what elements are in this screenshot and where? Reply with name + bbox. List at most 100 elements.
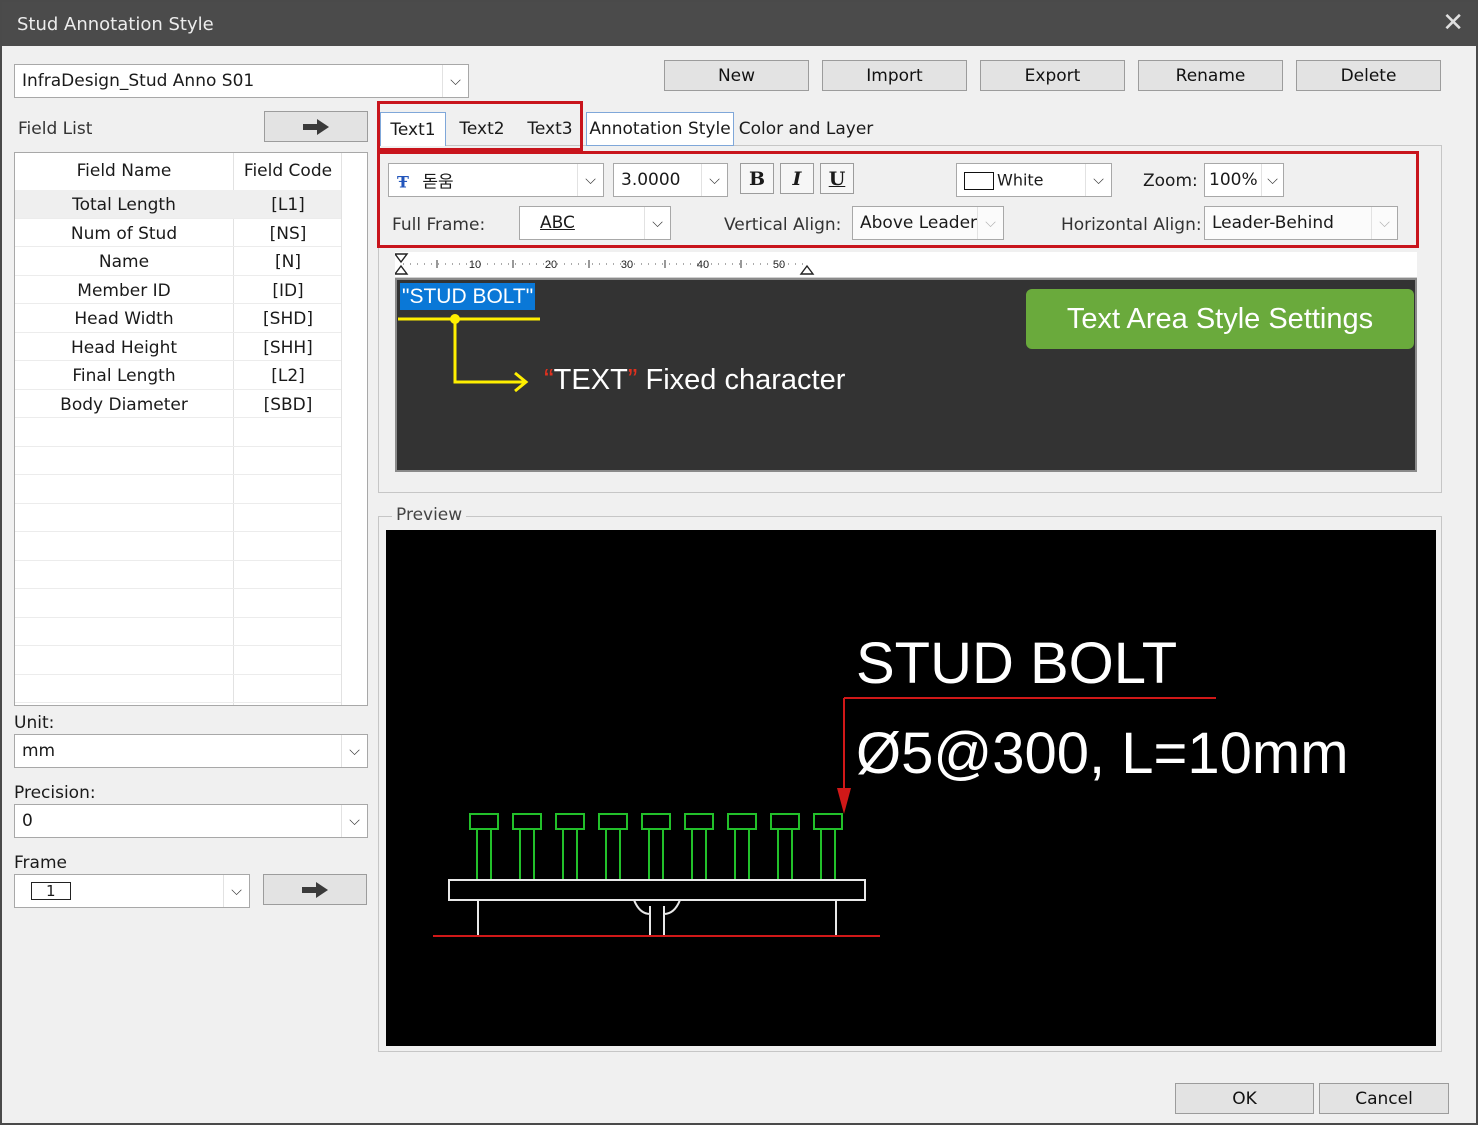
cancel-button[interactable]: Cancel: [1319, 1083, 1449, 1114]
field-row[interactable]: Body Diameter [SBD]: [15, 390, 341, 418]
field-row[interactable]: Head Width [SHD]: [15, 304, 341, 333]
stud-bolt: [555, 813, 585, 881]
preview-label: Preview: [392, 505, 467, 525]
horizontal-align-select[interactable]: Leader-Behind ⌵: [1204, 206, 1398, 240]
arrow-right-icon: [303, 118, 329, 135]
tab-annotation-style[interactable]: Annotation Style: [586, 112, 734, 146]
stud-bolt: [469, 813, 499, 881]
empty-field-row: [15, 675, 341, 703]
horizontal-align-value: Leader-Behind: [1212, 213, 1334, 233]
preview-canvas: STUD BOLT Ø5@300, L=10mm: [386, 530, 1436, 1046]
empty-field-row: [15, 418, 341, 447]
full-frame-select[interactable]: ABC ⌵: [519, 206, 671, 240]
field-row[interactable]: Total Length [L1]: [15, 190, 341, 219]
field-code-cell: [N]: [275, 252, 301, 272]
empty-field-row: [15, 532, 341, 561]
precision-select[interactable]: 0 ⌵: [14, 804, 368, 838]
empty-field-row: [15, 561, 341, 589]
selected-text[interactable]: "STUD BOLT": [400, 283, 536, 310]
ruler-tick-label: 40: [697, 259, 709, 271]
field-name-cell: Member ID: [77, 280, 171, 301]
field-name-cell: Total Length: [72, 195, 176, 215]
font-select[interactable]: Ŧ 돋움 ⌵: [388, 163, 604, 197]
bold-button[interactable]: B: [740, 163, 774, 194]
frame-select[interactable]: 1 ⌵: [14, 874, 250, 908]
zoom-value: 100%: [1209, 170, 1258, 190]
unit-label: Unit:: [14, 713, 55, 733]
field-row[interactable]: Member ID [ID]: [15, 276, 341, 304]
field-code-cell: [L1]: [271, 195, 305, 215]
chevron-down-icon: ⌵: [1085, 164, 1111, 196]
field-name-cell: Head Width: [74, 309, 174, 329]
ruler-tick-label: 10: [469, 259, 481, 271]
fixed-rest: Fixed character: [637, 364, 846, 396]
preview-line2: Ø5@300, L=10mm: [856, 721, 1349, 786]
field-row[interactable]: Name [N]: [15, 247, 341, 276]
fixed-character-note: “TEXT” Fixed character: [544, 364, 845, 397]
zoom-select[interactable]: 100% ⌵: [1204, 163, 1284, 197]
field-code-header: Field Code: [243, 161, 333, 181]
insert-field-button[interactable]: [264, 111, 368, 142]
field-row[interactable]: Num of Stud [NS]: [15, 219, 341, 247]
tab-text2[interactable]: Text2: [450, 112, 514, 146]
chevron-down-icon: ⌵: [644, 207, 670, 239]
title-bar[interactable]: Stud Annotation Style ✕: [2, 2, 1476, 46]
annotation-connector: [398, 314, 540, 393]
field-name-cell: Final Length: [72, 366, 176, 386]
chevron-down-icon: ⌵: [341, 805, 367, 837]
text-color-select[interactable]: White ⌵: [956, 163, 1112, 197]
stud-group: [469, 813, 843, 881]
empty-field-row: [15, 504, 341, 532]
field-code-cell: [ID]: [272, 280, 304, 301]
frame-value: 1: [31, 882, 71, 900]
text-area-callout: Text Area Style Settings: [1026, 289, 1414, 349]
delete-button[interactable]: Delete: [1296, 60, 1441, 91]
ruler-tick-label: 50: [773, 259, 785, 271]
field-code-cell: [SBD]: [263, 394, 313, 415]
rename-button[interactable]: Rename: [1138, 60, 1283, 91]
close-icon[interactable]: ✕: [1442, 8, 1464, 38]
import-button[interactable]: Import: [822, 60, 967, 91]
unit-select[interactable]: mm ⌵: [14, 734, 368, 768]
vertical-align-value: Above Leader: [860, 213, 978, 233]
field-row[interactable]: Final Length [L2]: [15, 361, 341, 390]
new-button[interactable]: New: [664, 60, 809, 91]
vertical-align-select[interactable]: Above Leader ⌵: [852, 206, 1004, 240]
tab-text3[interactable]: Text3: [518, 112, 582, 146]
horizontal-align-label: Horizontal Align:: [1061, 215, 1202, 235]
ruler-tick-label: 20: [545, 259, 557, 271]
tab-color-and-layer[interactable]: Color and Layer: [736, 112, 876, 146]
field-code-cell: [L2]: [271, 366, 305, 386]
precision-label: Precision:: [14, 783, 96, 803]
style-select[interactable]: InfraDesign_Stud Anno S01 ⌵: [14, 64, 469, 98]
chevron-down-icon: ⌵: [341, 735, 367, 767]
text-height-select[interactable]: 3.0000 ⌵: [613, 163, 728, 197]
stud-bolt: [598, 813, 628, 881]
empty-field-row: [15, 646, 341, 675]
unit-value: mm: [22, 741, 56, 761]
color-swatch: [964, 172, 994, 190]
tab-text1[interactable]: Text1: [380, 112, 446, 146]
style-select-value: InfraDesign_Stud Anno S01: [22, 71, 255, 91]
fixed-text: TEXT: [553, 364, 628, 396]
export-button[interactable]: Export: [980, 60, 1125, 91]
chevron-down-icon: ⌵: [223, 875, 249, 907]
field-code-cell: [NS]: [269, 223, 307, 244]
zoom-label: Zoom:: [1143, 171, 1198, 191]
underline-button[interactable]: U: [820, 163, 854, 194]
chevron-down-icon: ⌵: [577, 164, 603, 196]
ok-button[interactable]: OK: [1175, 1083, 1314, 1114]
column-divider: [341, 153, 342, 705]
full-frame-label: Full Frame:: [392, 215, 486, 235]
field-list-label: Field List: [18, 119, 93, 139]
ruler-graphic: 10 20 30 40 50: [395, 253, 815, 275]
text-height-value: 3.0000: [621, 170, 681, 190]
empty-field-row: [15, 475, 341, 504]
open-quote: “: [544, 364, 554, 396]
ruler[interactable]: 10 20 30 40 50: [395, 252, 1417, 278]
frame-apply-button[interactable]: [263, 874, 367, 905]
italic-button[interactable]: I: [780, 163, 814, 194]
field-code-cell: [SHH]: [263, 337, 313, 358]
window-title: Stud Annotation Style: [17, 14, 214, 35]
field-row[interactable]: Head Height [SHH]: [15, 333, 341, 361]
